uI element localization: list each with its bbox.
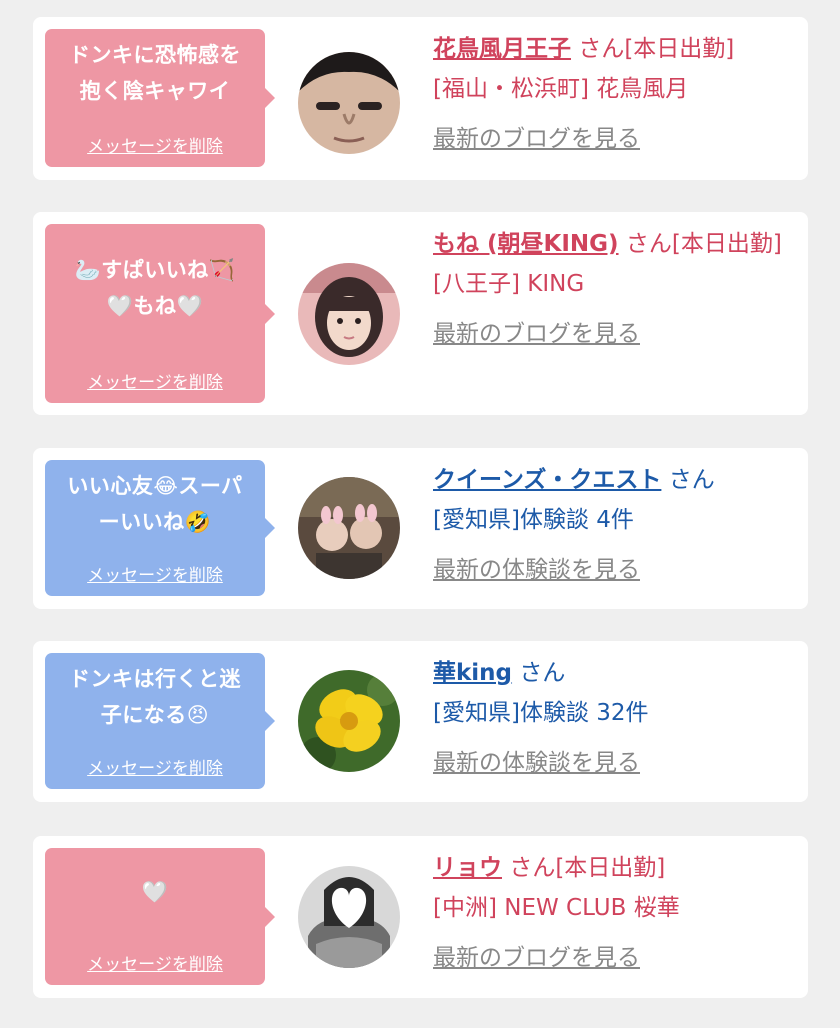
message-bubble: 🤍 メッセージを削除	[45, 848, 275, 985]
blog-link[interactable]: 最新のブログを見る	[433, 314, 798, 354]
sender-honorific: さん	[519, 660, 566, 686]
delete-message-link[interactable]: メッセージを削除	[45, 950, 265, 975]
review-link[interactable]: 最新の体験談を見る	[433, 550, 798, 590]
delete-message-link[interactable]: メッセージを削除	[45, 132, 265, 157]
message-list: ドンキに恐怖感を 抱く陰キャワイ メッセージを削除 花鳥風月王子 さん[本日出勤…	[0, 0, 840, 1028]
message-line: ーいいね🤣	[98, 510, 212, 534]
message-card: いい心友😂スーパ ーいいね🤣 メッセージを削除 クイーンズ・クエスト さん [愛…	[33, 448, 808, 609]
sender-name-link[interactable]: 華king	[433, 660, 512, 686]
message-line: 子になる😠	[100, 703, 210, 727]
message-card: ドンキは行くと迷 子になる😠 メッセージを削除 華king さん [愛知県]体験…	[33, 641, 808, 802]
woman-portrait-icon[interactable]	[298, 263, 400, 365]
sender-shop: [福山・松浜町] 花鳥風月	[433, 76, 689, 102]
sender-info: 花鳥風月王子 さん[本日出勤] [福山・松浜町] 花鳥風月 最新のブログを見る	[433, 29, 798, 159]
delete-message-link[interactable]: メッセージを削除	[45, 368, 265, 393]
message-bubble: ドンキは行くと迷 子になる😠 メッセージを削除	[45, 653, 275, 789]
sender-info: もね (朝昼KING) さん[本日出勤] [八王子] KING 最新のブログを見…	[433, 224, 798, 354]
sender-info: リョウ さん[本日出勤] [中洲] NEW CLUB 桜華 最新のブログを見る	[433, 848, 798, 978]
message-line: 🦢すぱいいね🏹	[74, 258, 236, 282]
message-text: 🦢すぱいいね🏹 🤍もね🤍	[51, 252, 259, 324]
message-card: ドンキに恐怖感を 抱く陰キャワイ メッセージを削除 花鳥風月王子 さん[本日出勤…	[33, 17, 808, 180]
sender-shop: [八王子] KING	[433, 271, 585, 297]
message-text: ドンキに恐怖感を 抱く陰キャワイ	[51, 37, 259, 109]
sender-info: 華king さん [愛知県]体験談 32件 最新の体験談を見る	[433, 653, 798, 783]
sender-name-link[interactable]: 花鳥風月王子	[433, 36, 571, 62]
message-card: 🦢すぱいいね🏹 🤍もね🤍 メッセージを削除 もね (朝昼KING) さん[本日出…	[33, 212, 808, 415]
message-line: 抱く陰キャワイ	[79, 79, 231, 103]
message-line: ドンキに恐怖感を	[69, 43, 241, 67]
sender-review-count: [愛知県]体験談 32件	[433, 700, 649, 726]
blog-link[interactable]: 最新のブログを見る	[433, 938, 798, 978]
sender-review-count: [愛知県]体験談 4件	[433, 507, 634, 533]
man-portrait-icon[interactable]	[298, 52, 400, 154]
message-line: 🤍もね🤍	[106, 294, 204, 318]
message-line: ドンキは行くと迷	[69, 667, 241, 691]
message-text: ドンキは行くと迷 子になる😠	[51, 661, 259, 733]
hibiscus-flower-icon[interactable]	[298, 670, 400, 772]
sender-honorific: さん[本日出勤]	[625, 231, 782, 257]
message-line: いい心友😂スーパ	[67, 474, 243, 498]
sender-shop: [中洲] NEW CLUB 桜華	[433, 895, 680, 921]
message-bubble: ドンキに恐怖感を 抱く陰キャワイ メッセージを削除	[45, 29, 275, 167]
blog-link[interactable]: 最新のブログを見る	[433, 119, 798, 159]
sender-info: クイーンズ・クエスト さん [愛知県]体験談 4件 最新の体験談を見る	[433, 460, 798, 590]
sender-honorific: さん[本日出勤]	[509, 855, 666, 881]
message-text: いい心友😂スーパ ーいいね🤣	[51, 468, 259, 540]
sender-honorific: さん[本日出勤]	[578, 36, 735, 62]
message-bubble: 🦢すぱいいね🏹 🤍もね🤍 メッセージを削除	[45, 224, 275, 403]
message-card: 🤍 メッセージを削除 リョウ さん[本日出勤] [中洲] NEW CLUB 桜華…	[33, 836, 808, 998]
delete-message-link[interactable]: メッセージを削除	[45, 561, 265, 586]
sender-name-link[interactable]: クイーンズ・クエスト	[433, 467, 661, 493]
couple-photo-icon[interactable]	[298, 477, 400, 579]
delete-message-link[interactable]: メッセージを削除	[45, 754, 265, 779]
message-text: 🤍	[51, 874, 259, 910]
sender-name-link[interactable]: もね (朝昼KING)	[433, 231, 619, 257]
heart-masked-portrait-icon[interactable]	[298, 866, 400, 968]
message-bubble: いい心友😂スーパ ーいいね🤣 メッセージを削除	[45, 460, 275, 596]
review-link[interactable]: 最新の体験談を見る	[433, 743, 798, 783]
message-line: 🤍	[141, 880, 169, 904]
sender-name-link[interactable]: リョウ	[433, 855, 502, 881]
sender-honorific: さん	[668, 467, 715, 493]
